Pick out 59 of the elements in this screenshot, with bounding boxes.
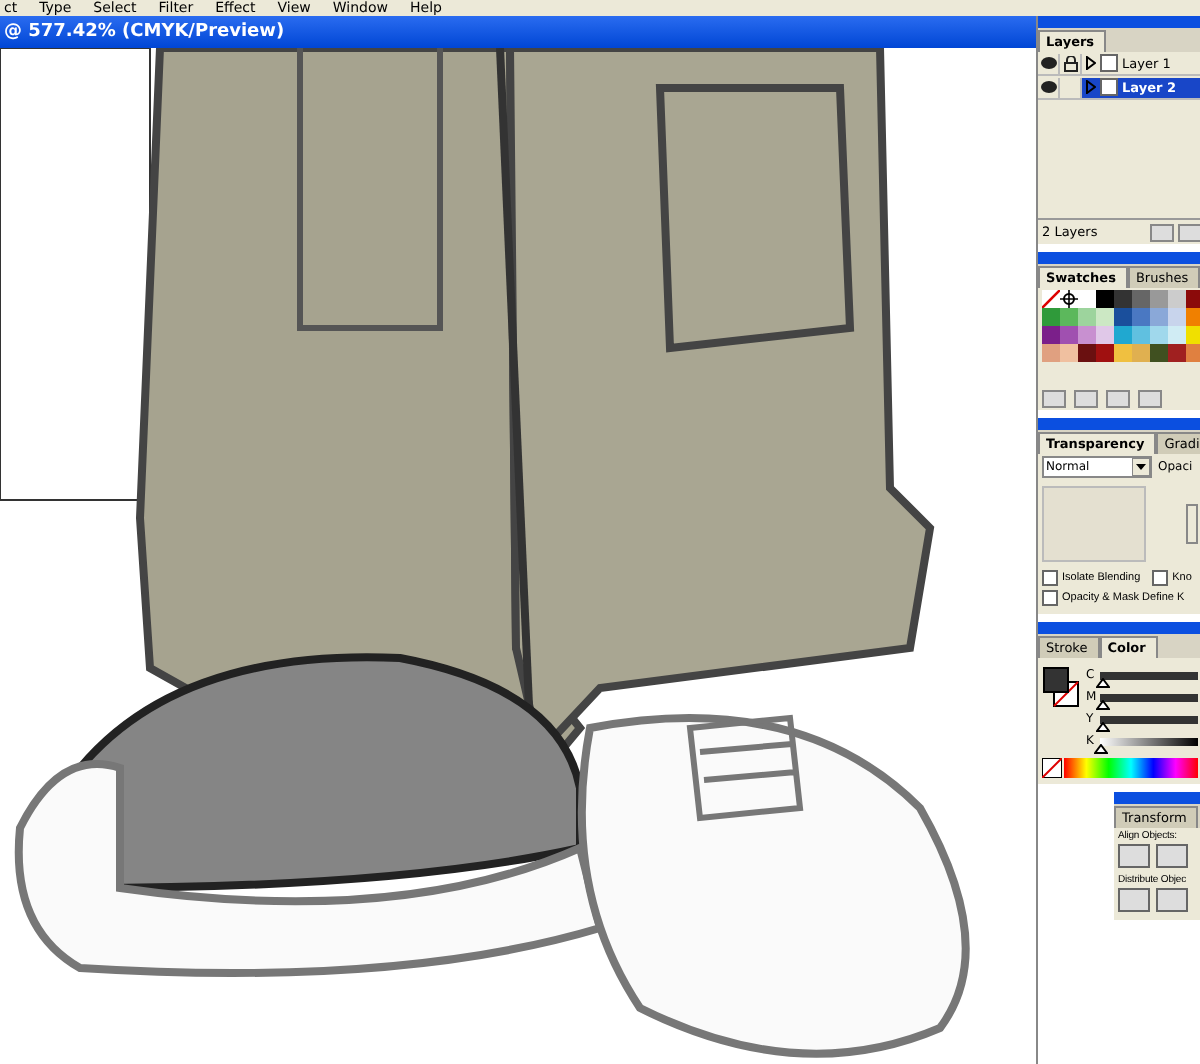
- panel-button[interactable]: [1138, 390, 1162, 408]
- color-swatch[interactable]: [1078, 308, 1096, 326]
- panel-button[interactable]: [1178, 223, 1200, 241]
- color-swatch[interactable]: [1096, 308, 1114, 326]
- color-swatch[interactable]: [1150, 344, 1168, 362]
- slider-thumb[interactable]: [1095, 721, 1110, 731]
- color-swatch[interactable]: [1114, 326, 1132, 344]
- color-swatch[interactable]: [1150, 290, 1168, 308]
- color-swatch[interactable]: [1150, 308, 1168, 326]
- color-swatch[interactable]: [1096, 344, 1114, 362]
- none-swatch-icon[interactable]: [1042, 758, 1062, 778]
- lock-icon: [1063, 55, 1077, 71]
- color-swatch[interactable]: [1096, 326, 1114, 344]
- color-swatch[interactable]: [1168, 290, 1186, 308]
- caret-icon: [1132, 458, 1150, 476]
- color-swatch[interactable]: [1132, 344, 1150, 362]
- color-swatch[interactable]: [1060, 326, 1078, 344]
- document-title: @ 577.42% (CMYK/Preview): [4, 22, 285, 42]
- visibility-toggle[interactable]: [1038, 77, 1060, 97]
- slider-thumb[interactable]: [1095, 699, 1110, 709]
- color-swatch[interactable]: [1186, 308, 1200, 326]
- align-button[interactable]: [1118, 844, 1150, 868]
- color-swatch[interactable]: [1114, 290, 1132, 308]
- none-swatch-icon[interactable]: [1042, 290, 1060, 308]
- color-swatch[interactable]: [1186, 344, 1200, 362]
- color-swatch[interactable]: [1132, 326, 1150, 344]
- align-button[interactable]: [1156, 844, 1188, 868]
- lock-toggle[interactable]: [1060, 53, 1082, 73]
- distribute-button[interactable]: [1156, 888, 1188, 912]
- color-swatch[interactable]: [1186, 326, 1200, 344]
- color-swatch[interactable]: [1132, 290, 1150, 308]
- color-swatch[interactable]: [1168, 326, 1186, 344]
- distribute-button[interactable]: [1118, 888, 1150, 912]
- color-swatch[interactable]: [1060, 308, 1078, 326]
- panel-button[interactable]: [1042, 390, 1066, 408]
- fill-stroke-icon[interactable]: [1042, 666, 1082, 710]
- color-swatch[interactable]: [1042, 326, 1060, 344]
- color-swatch[interactable]: [1186, 290, 1200, 308]
- slider-thumb[interactable]: [1094, 743, 1108, 753]
- color-swatch[interactable]: [1060, 344, 1078, 362]
- color-swatch[interactable]: [1132, 308, 1150, 326]
- color-swatch[interactable]: [1114, 344, 1132, 362]
- color-swatch[interactable]: [1114, 308, 1132, 326]
- color-swatch[interactable]: [1078, 344, 1096, 362]
- color-spectrum[interactable]: [1064, 758, 1198, 778]
- crosshair-icon[interactable]: [1060, 290, 1078, 308]
- color-swatch[interactable]: [1150, 326, 1168, 344]
- panel-button[interactable]: [1150, 223, 1174, 241]
- visibility-toggle[interactable]: [1038, 53, 1060, 73]
- panel-button[interactable]: [1074, 390, 1098, 408]
- color-swatch[interactable]: [1168, 344, 1186, 362]
- color-swatch[interactable]: [1168, 308, 1186, 326]
- color-swatch[interactable]: [1042, 344, 1060, 362]
- color-swatch[interactable]: [1042, 308, 1060, 326]
- color-swatch[interactable]: [1078, 326, 1096, 344]
- slider-thumb[interactable]: [1095, 677, 1110, 687]
- color-swatch[interactable]: [1096, 290, 1114, 308]
- panel-button[interactable]: [1106, 390, 1130, 408]
- color-swatch[interactable]: [1078, 290, 1096, 308]
